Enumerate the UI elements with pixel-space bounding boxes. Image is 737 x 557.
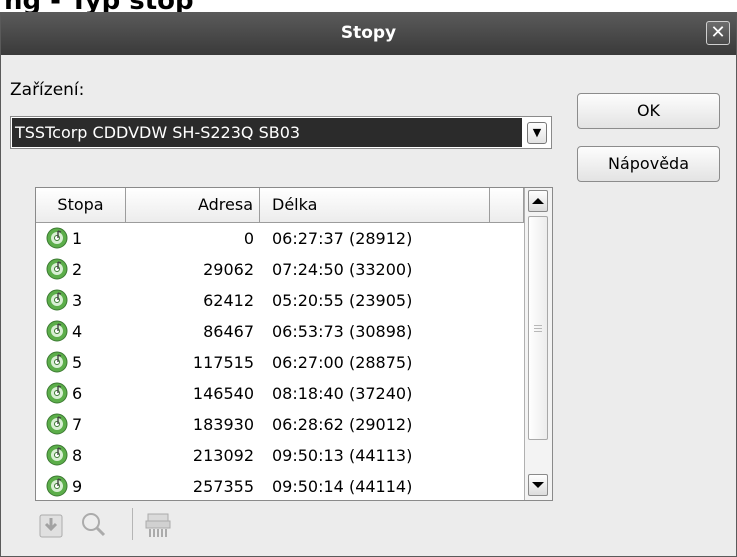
track-number: 5 bbox=[72, 353, 83, 372]
track-number: 1 bbox=[72, 229, 83, 248]
audio-disc-icon bbox=[46, 320, 68, 342]
dialog-title: Stopy bbox=[340, 23, 397, 43]
track-row[interactable]: 4 86467 06:53:73 (30898) bbox=[36, 316, 524, 347]
device-label: Zařízení: bbox=[10, 80, 85, 100]
column-header-delka[interactable]: Délka bbox=[260, 188, 490, 222]
scroll-up-button[interactable] bbox=[528, 190, 548, 212]
track-number: 4 bbox=[72, 322, 83, 341]
track-address: 213092 bbox=[192, 446, 254, 465]
preview-magnifier-icon[interactable] bbox=[79, 508, 109, 542]
vertical-scrollbar[interactable] bbox=[524, 188, 552, 500]
track-address: 86467 bbox=[203, 322, 254, 341]
track-length: 06:53:73 (30898) bbox=[272, 322, 413, 341]
scrollbar-grip-icon bbox=[534, 325, 542, 326]
track-row[interactable]: 2 29062 07:24:50 (33200) bbox=[36, 254, 524, 285]
track-number: 3 bbox=[72, 291, 83, 310]
audio-disc-icon bbox=[46, 258, 68, 280]
track-length: 05:20:55 (23905) bbox=[272, 291, 413, 310]
track-address: 117515 bbox=[192, 353, 254, 372]
track-address: 183930 bbox=[192, 415, 254, 434]
tracks-dialog: Stopy ✕ Zařízení: TSSTcorp CDDVDW SH-S22… bbox=[0, 12, 737, 557]
track-number: 6 bbox=[72, 384, 83, 403]
tracks-list-header: Stopa Adresa Délka bbox=[36, 188, 524, 223]
track-number: 9 bbox=[72, 477, 83, 496]
track-length: 06:27:37 (28912) bbox=[272, 229, 413, 248]
shredder-icon[interactable] bbox=[143, 508, 173, 542]
audio-disc-icon bbox=[46, 475, 68, 497]
track-row[interactable]: 3 62412 05:20:55 (23905) bbox=[36, 285, 524, 316]
audio-disc-icon bbox=[46, 289, 68, 311]
track-address: 257355 bbox=[192, 477, 254, 496]
toolbar-separator bbox=[132, 508, 133, 540]
column-header-empty bbox=[490, 188, 524, 222]
track-row[interactable]: 8 213092 09:50:13 (44113) bbox=[36, 440, 524, 471]
audio-disc-icon bbox=[46, 382, 68, 404]
track-number: 8 bbox=[72, 446, 83, 465]
save-track-icon[interactable] bbox=[37, 508, 67, 542]
audio-disc-icon bbox=[46, 444, 68, 466]
title-bar[interactable]: Stopy ✕ bbox=[1, 13, 736, 55]
track-address: 29062 bbox=[203, 260, 254, 279]
track-row[interactable]: 5 117515 06:27:00 (28875) bbox=[36, 347, 524, 378]
track-length: 09:50:13 (44113) bbox=[272, 446, 413, 465]
chevron-down-icon[interactable]: ▼ bbox=[527, 122, 547, 144]
track-row[interactable]: 9 257355 09:50:14 (44114) bbox=[36, 471, 524, 500]
device-select-value[interactable]: TSSTcorp CDDVDW SH-S223Q SB03 bbox=[12, 118, 522, 147]
track-address: 62412 bbox=[203, 291, 254, 310]
track-number: 2 bbox=[72, 260, 83, 279]
track-length: 07:24:50 (33200) bbox=[272, 260, 413, 279]
track-row[interactable]: 7 183930 06:28:62 (29012) bbox=[36, 409, 524, 440]
track-row[interactable]: 1 0 06:27:37 (28912) bbox=[36, 223, 524, 254]
audio-disc-icon bbox=[46, 227, 68, 249]
scroll-down-button[interactable] bbox=[528, 474, 548, 496]
track-length: 08:18:40 (37240) bbox=[272, 384, 413, 403]
device-select[interactable]: TSSTcorp CDDVDW SH-S223Q SB03 ▼ bbox=[10, 116, 552, 149]
track-length: 09:50:14 (44114) bbox=[272, 477, 413, 496]
track-row[interactable]: 6 146540 08:18:40 (37240) bbox=[36, 378, 524, 409]
ok-button[interactable]: OK bbox=[577, 93, 720, 129]
track-address: 0 bbox=[243, 229, 254, 248]
column-header-adresa[interactable]: Adresa bbox=[126, 188, 260, 222]
tracks-list[interactable]: Stopa Adresa Délka 1 0 06:27:37 (28912) 2 29… bbox=[35, 187, 553, 501]
audio-disc-icon bbox=[46, 351, 68, 373]
track-number: 7 bbox=[72, 415, 83, 434]
audio-disc-icon bbox=[46, 413, 68, 435]
close-button[interactable]: ✕ bbox=[706, 21, 730, 45]
track-address: 146540 bbox=[192, 384, 254, 403]
help-button[interactable]: Nápověda bbox=[577, 146, 720, 182]
track-length: 06:27:00 (28875) bbox=[272, 353, 413, 372]
scrollbar-thumb[interactable] bbox=[528, 216, 548, 440]
track-length: 06:28:62 (29012) bbox=[272, 415, 413, 434]
tracks-rows: 1 0 06:27:37 (28912) 2 29062 07:24:50 (33200)… bbox=[36, 223, 524, 500]
column-header-stopa[interactable]: Stopa bbox=[36, 188, 126, 222]
